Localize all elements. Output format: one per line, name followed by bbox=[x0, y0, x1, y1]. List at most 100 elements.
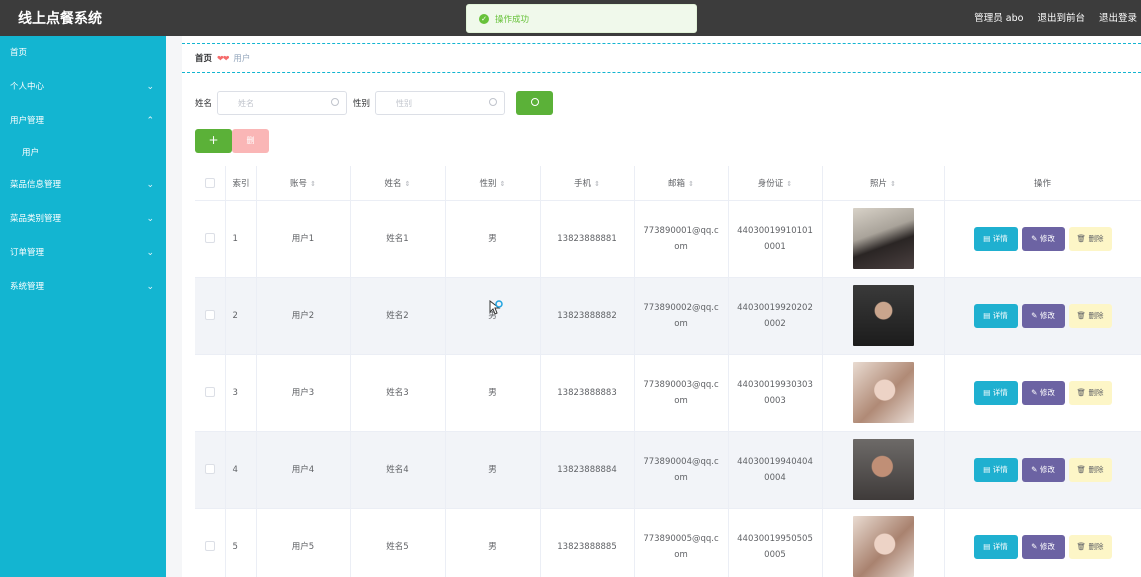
cell-photo bbox=[822, 200, 945, 278]
edit-label: 修改 bbox=[1039, 310, 1055, 320]
sidebar-item-label: 菜品信息管理 bbox=[10, 180, 62, 190]
cell-email: 773890004@qq.com bbox=[634, 431, 729, 509]
sort-icon[interactable]: ⇕ bbox=[310, 180, 316, 188]
sort-icon[interactable]: ⇕ bbox=[890, 180, 896, 188]
row-checkbox[interactable] bbox=[204, 541, 215, 551]
chevron-down-icon: ⌄ bbox=[146, 180, 154, 190]
detail-button[interactable]: ▤ 详情 bbox=[973, 534, 1018, 559]
sidebar-subitem-users[interactable]: 用户 bbox=[0, 138, 166, 168]
col-email[interactable]: 邮箱 ⇕ bbox=[634, 166, 729, 201]
sidebar-item-dish-info[interactable]: 菜品信息管理 ⌄ bbox=[0, 168, 166, 202]
cell-index: 1 bbox=[225, 200, 257, 278]
detail-label: 详情 bbox=[992, 387, 1008, 397]
sort-icon[interactable]: ⇕ bbox=[594, 180, 600, 188]
delete-label: 删除 bbox=[1088, 310, 1104, 320]
sidebar-item-label: 用户管理 bbox=[10, 116, 45, 126]
cell-id-card: 440300199505050005 bbox=[728, 508, 823, 577]
gender-search-field[interactable] bbox=[375, 91, 506, 115]
name-search-input[interactable] bbox=[218, 92, 347, 114]
sidebar-item-label: 个人中心 bbox=[10, 82, 45, 92]
sidebar-item-orders[interactable]: 订单管理 ⌄ bbox=[0, 236, 166, 270]
col-label: 性别 bbox=[479, 178, 497, 189]
delete-button[interactable]: 🗑 删除 bbox=[1068, 380, 1112, 405]
edit-button[interactable]: ✎ 修改 bbox=[1021, 226, 1065, 251]
row-checkbox[interactable] bbox=[204, 464, 215, 474]
sort-icon[interactable]: ⇕ bbox=[786, 180, 792, 188]
col-account[interactable]: 账号 ⇕ bbox=[256, 166, 351, 201]
gender-search-input[interactable] bbox=[376, 92, 505, 114]
edit-button[interactable]: ✎ 修改 bbox=[1021, 303, 1065, 328]
sidebar-item-label: 菜品类别管理 bbox=[10, 214, 62, 224]
top-right-links: 管理员 abo 退出到前台 退出登录 bbox=[974, 10, 1137, 24]
cell-id-card: 440300199404040004 bbox=[728, 431, 823, 509]
sort-icon[interactable]: ⇕ bbox=[688, 180, 694, 188]
name-label: 姓名 bbox=[195, 99, 213, 109]
cell-actions: ▤ 详情 ✎ 修改 🗑 删除 bbox=[944, 431, 1141, 509]
pencil-icon: ✎ bbox=[1031, 387, 1040, 397]
edit-label: 修改 bbox=[1039, 233, 1055, 243]
user-photo bbox=[852, 516, 914, 577]
detail-button[interactable]: ▤ 详情 bbox=[973, 457, 1018, 482]
sort-icon[interactable]: ⇕ bbox=[500, 180, 506, 188]
edit-button[interactable]: ✎ 修改 bbox=[1021, 534, 1065, 559]
select-all-checkbox[interactable] bbox=[204, 177, 215, 188]
success-toast: ✓ 操作成功 bbox=[466, 4, 697, 33]
sidebar-item-label: 系统管理 bbox=[10, 282, 45, 292]
detail-label: 详情 bbox=[992, 233, 1008, 243]
to-front-link[interactable]: 退出到前台 bbox=[1037, 10, 1085, 24]
col-name[interactable]: 姓名 ⇕ bbox=[350, 166, 446, 201]
cell-actions: ▤ 详情 ✎ 修改 🗑 删除 bbox=[944, 354, 1141, 432]
batch-delete-button[interactable]: 删 bbox=[232, 129, 269, 153]
col-gender[interactable]: 性别 ⇕ bbox=[445, 166, 541, 201]
breadcrumb-current: 用户 bbox=[233, 54, 251, 64]
mouse-cursor-icon bbox=[489, 300, 503, 315]
col-label: 账号 bbox=[290, 178, 308, 189]
logout-link[interactable]: 退出登录 bbox=[1099, 10, 1137, 24]
search-bar: 姓名 性别 bbox=[195, 91, 554, 115]
sidebar-item-system[interactable]: 系统管理 ⌄ bbox=[0, 270, 166, 304]
cell-photo bbox=[822, 508, 945, 577]
cell-actions: ▤ 详情 ✎ 修改 🗑 删除 bbox=[944, 508, 1141, 577]
cell-name: 姓名1 bbox=[350, 200, 446, 278]
delete-button[interactable]: 🗑 删除 bbox=[1068, 457, 1112, 482]
cell-email: 773890003@qq.com bbox=[634, 354, 729, 432]
sidebar-item-home[interactable]: 首页 bbox=[0, 36, 166, 70]
table-row: 4 用户4 姓名4 男 13823888884 773890004@qq.com… bbox=[195, 431, 1141, 509]
trash-icon: 🗑 bbox=[1076, 541, 1089, 551]
cell-account: 用户1 bbox=[256, 200, 351, 278]
delete-button[interactable]: 🗑 删除 bbox=[1068, 226, 1112, 251]
row-checkbox[interactable] bbox=[204, 233, 215, 243]
detail-label: 详情 bbox=[992, 310, 1008, 320]
edit-label: 修改 bbox=[1039, 387, 1055, 397]
row-checkbox[interactable] bbox=[204, 310, 215, 320]
search-button[interactable] bbox=[516, 91, 554, 115]
breadcrumb-home[interactable]: 首页 bbox=[195, 52, 212, 64]
detail-button[interactable]: ▤ 详情 bbox=[973, 226, 1018, 251]
cell-phone: 13823888881 bbox=[540, 200, 635, 278]
col-phone[interactable]: 手机 ⇕ bbox=[540, 166, 635, 201]
table-row: 5 用户5 姓名5 男 13823888885 773890005@qq.com… bbox=[195, 508, 1141, 577]
breadcrumb: 首页 ❤❤ 用户 bbox=[195, 52, 251, 65]
cell-id-card: 440300199303030003 bbox=[728, 354, 823, 432]
name-search-field[interactable] bbox=[217, 91, 348, 115]
user-photo bbox=[852, 439, 914, 500]
sidebar-item-dish-category[interactable]: 菜品类别管理 ⌄ bbox=[0, 202, 166, 236]
detail-button[interactable]: ▤ 详情 bbox=[973, 380, 1018, 405]
chevron-down-icon: ⌄ bbox=[146, 248, 154, 258]
col-id-card[interactable]: 身份证 ⇕ bbox=[728, 166, 823, 201]
detail-button[interactable]: ▤ 详情 bbox=[973, 303, 1018, 328]
edit-button[interactable]: ✎ 修改 bbox=[1021, 380, 1065, 405]
sidebar-item-user-management[interactable]: 用户管理 ⌃ bbox=[0, 104, 166, 138]
edit-button[interactable]: ✎ 修改 bbox=[1021, 457, 1065, 482]
sidebar-item-profile[interactable]: 个人中心 ⌄ bbox=[0, 70, 166, 104]
col-label: 身份证 bbox=[757, 178, 784, 189]
col-photo[interactable]: 照片 ⇕ bbox=[822, 166, 945, 201]
select-all-cell[interactable] bbox=[195, 166, 226, 201]
delete-button[interactable]: 🗑 删除 bbox=[1068, 303, 1112, 328]
row-checkbox[interactable] bbox=[204, 387, 215, 397]
add-button[interactable]: + bbox=[195, 129, 232, 153]
sort-icon[interactable]: ⇕ bbox=[405, 180, 411, 188]
cell-email: 773890002@qq.com bbox=[634, 277, 729, 355]
delete-button[interactable]: 🗑 删除 bbox=[1068, 534, 1112, 559]
cell-account: 用户2 bbox=[256, 277, 351, 355]
